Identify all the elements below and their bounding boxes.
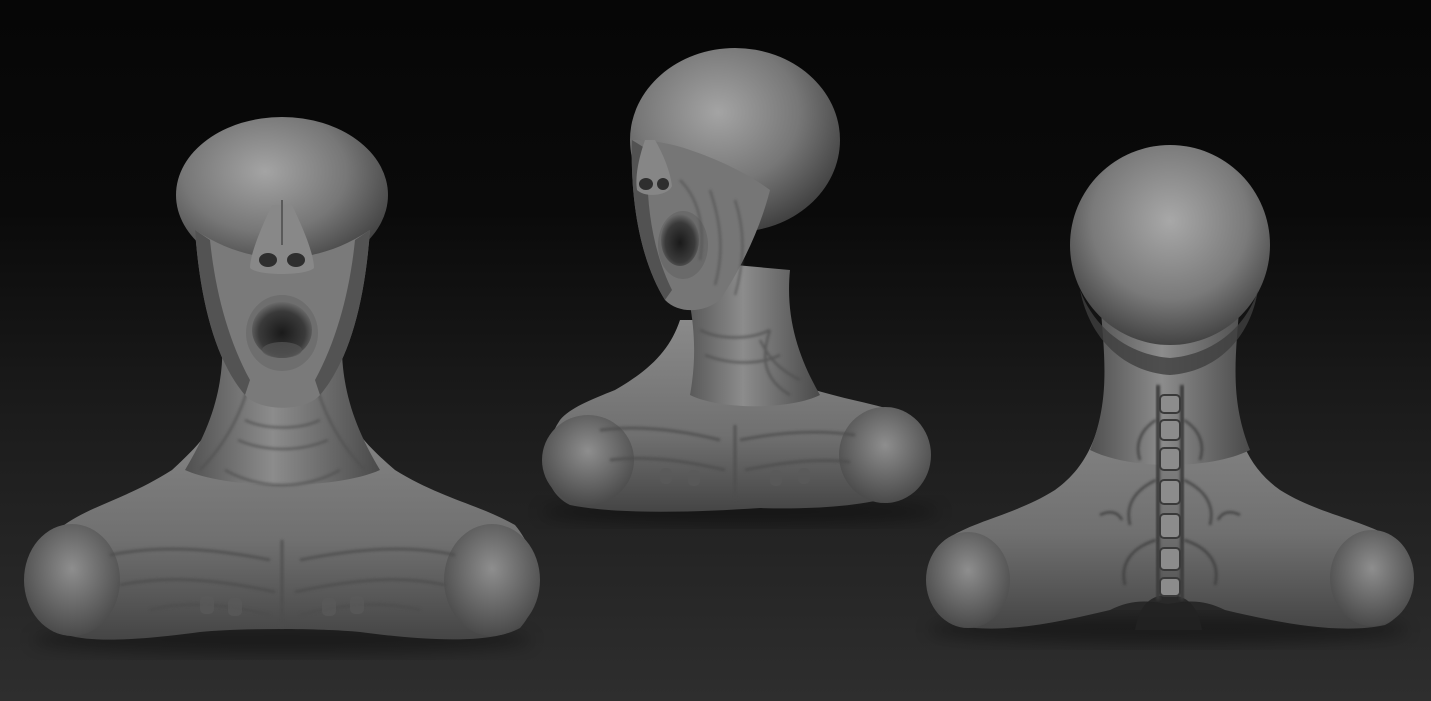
sculpt-render-canvas [24,48,1414,654]
bust-three-quarter-view [540,48,940,524]
render-viewport [0,0,1431,701]
bust-front-view [24,117,540,654]
bust-back-view [926,145,1414,644]
